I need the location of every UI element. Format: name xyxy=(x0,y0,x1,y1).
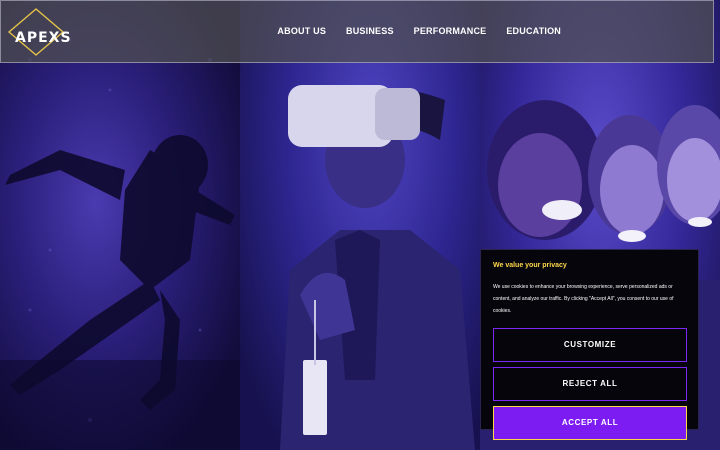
cookie-description: We use cookies to enhance your browsing … xyxy=(493,284,674,314)
accept-all-button[interactable]: ACCEPT ALL xyxy=(493,406,687,440)
nav-link-performance[interactable]: PERFORMANCE xyxy=(414,26,487,36)
nav-link-business[interactable]: BUSINESS xyxy=(346,26,394,36)
top-navbar: APEXS ABOUT US BUSINESS PERFORMANCE EDUC… xyxy=(0,0,714,63)
customize-button[interactable]: CUSTOMIZE xyxy=(493,328,687,362)
reject-all-button[interactable]: REJECT ALL xyxy=(493,367,687,401)
nav-links: ABOUT US BUSINESS PERFORMANCE EDUCATION xyxy=(277,26,561,36)
brand-name: APEXS xyxy=(15,30,72,46)
athlete-sprinting-image xyxy=(0,0,240,450)
nav-link-about-us[interactable]: ABOUT US xyxy=(277,26,326,36)
cookie-title: We value your privacy xyxy=(493,262,567,269)
nav-link-education[interactable]: EDUCATION xyxy=(506,26,561,36)
vr-headset-man-image xyxy=(240,0,480,450)
cookie-consent-dialog: We value your privacy We use cookies to … xyxy=(480,249,699,440)
apexs-logo[interactable]: APEXS xyxy=(7,7,71,57)
